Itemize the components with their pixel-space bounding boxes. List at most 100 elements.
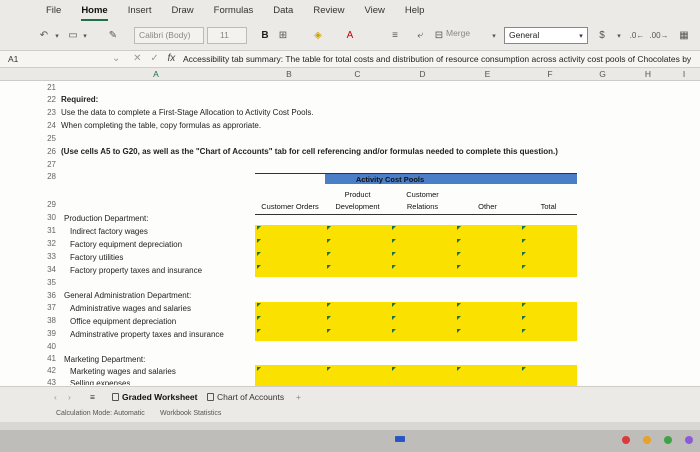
row-number[interactable]: 35: [40, 278, 56, 287]
merge-button[interactable]: Merge: [446, 28, 470, 38]
workbook-statistics[interactable]: Workbook Statistics: [160, 410, 221, 417]
merge-icon[interactable]: ⊟: [433, 27, 445, 44]
column-header-f[interactable]: F: [520, 69, 580, 79]
row-number[interactable]: 39: [40, 329, 56, 338]
app-icon[interactable]: [395, 436, 405, 442]
admin-input-cells[interactable]: [255, 302, 577, 341]
row-number[interactable]: 36: [40, 291, 56, 300]
cell-marker: [327, 252, 331, 256]
name-box[interactable]: A1: [8, 54, 18, 64]
formula-input[interactable]: Accessibility tab summary: The table for…: [183, 54, 691, 64]
row-number[interactable]: 31: [40, 226, 56, 235]
row-number[interactable]: 28: [40, 172, 56, 181]
app-icon[interactable]: [664, 436, 672, 444]
cell-marker: [257, 367, 261, 371]
cancel-icon[interactable]: ✕: [133, 53, 141, 64]
currency-dropdown-icon[interactable]: ▾: [614, 27, 624, 44]
menu-home[interactable]: Home: [81, 0, 109, 22]
number-format-dropdown-icon[interactable]: ▾: [576, 27, 586, 44]
decrease-decimal-icon[interactable]: .00→: [649, 27, 668, 44]
row-number[interactable]: 41: [40, 354, 56, 363]
font-name-select[interactable]: Calibri (Body): [134, 27, 204, 44]
formula-bar-icons: ⌄ ✕ ✓ fx: [112, 53, 175, 64]
scroll-left-icon[interactable]: ‹: [54, 392, 57, 402]
row-number[interactable]: 23: [40, 108, 56, 117]
scroll-right-icon[interactable]: ›: [68, 392, 71, 402]
undo-icon[interactable]: ↶: [36, 27, 52, 44]
bold-button[interactable]: B: [259, 27, 271, 44]
column-header-c[interactable]: C: [325, 69, 390, 79]
function-icon[interactable]: fx: [168, 53, 176, 64]
cell-marker: [257, 226, 261, 230]
column-header-i[interactable]: I: [672, 69, 696, 79]
font-size-select[interactable]: 11: [207, 27, 247, 44]
row-number[interactable]: 24: [40, 121, 56, 130]
row-number[interactable]: 25: [40, 134, 56, 143]
menu-insert[interactable]: Insert: [128, 0, 152, 22]
borders-icon[interactable]: ⊞: [276, 27, 290, 44]
fill-color-icon[interactable]: ◈: [311, 27, 325, 44]
confirm-icon[interactable]: ✓: [150, 53, 158, 64]
row-number[interactable]: 42: [40, 366, 56, 375]
menu-file[interactable]: File: [46, 0, 61, 22]
app-icon[interactable]: [685, 436, 693, 444]
increase-decimal-icon[interactable]: .0←: [628, 27, 646, 44]
cell-marker: [457, 239, 461, 243]
app-icon[interactable]: [622, 436, 630, 444]
column-header-g[interactable]: G: [580, 69, 625, 79]
column-header-d[interactable]: D: [390, 69, 455, 79]
admin-taxes-label: Adminstrative property taxes and insuran…: [70, 330, 224, 339]
menu-data[interactable]: Data: [273, 0, 293, 22]
row-number[interactable]: 21: [40, 83, 56, 92]
menu-help[interactable]: Help: [405, 0, 425, 22]
cell-marker: [457, 367, 461, 371]
row-number[interactable]: 30: [40, 213, 56, 222]
menu-formulas[interactable]: Formulas: [214, 0, 254, 22]
marketing-input-cells[interactable]: [255, 365, 577, 386]
cell-marker: [457, 316, 461, 320]
row-number[interactable]: 38: [40, 316, 56, 325]
row-number[interactable]: 27: [40, 160, 56, 169]
marketing-dept-label: Marketing Department:: [64, 355, 146, 364]
cell-marker: [457, 265, 461, 269]
row-number[interactable]: 29: [40, 200, 56, 209]
app-icon[interactable]: [643, 436, 651, 444]
row-number[interactable]: 22: [40, 95, 56, 104]
sheet-tab-graded-worksheet[interactable]: Graded Worksheet: [112, 392, 197, 402]
conditional-format-icon[interactable]: ▦: [676, 27, 692, 44]
cell-marker: [327, 265, 331, 269]
cell-marker: [392, 367, 396, 371]
worksheet-grid[interactable]: 21 22 23 24 25 26 27 28 29 30 31 32 33 3…: [0, 81, 700, 387]
font-color-icon[interactable]: A: [343, 27, 357, 44]
column-header-a[interactable]: A: [60, 69, 252, 79]
chevron-down-icon[interactable]: ⌄: [112, 53, 120, 64]
align-icon[interactable]: ≡: [388, 27, 402, 44]
row-number[interactable]: 32: [40, 239, 56, 248]
undo-dropdown-icon[interactable]: ▾: [52, 27, 62, 44]
row-number[interactable]: 34: [40, 265, 56, 274]
sheet-tab-chart-of-accounts[interactable]: Chart of Accounts: [207, 392, 284, 402]
row-number[interactable]: 37: [40, 303, 56, 312]
menu-view[interactable]: View: [364, 0, 384, 22]
required-heading: Required:: [61, 95, 99, 104]
menu-review[interactable]: Review: [313, 0, 344, 22]
row-number[interactable]: 33: [40, 252, 56, 261]
cell-marker: [522, 367, 526, 371]
format-painter-icon[interactable]: ✎: [106, 27, 120, 44]
clipboard-icon[interactable]: ▭: [66, 27, 80, 44]
calculation-mode[interactable]: Calculation Mode: Automatic: [56, 410, 145, 417]
row-number[interactable]: 26: [40, 147, 56, 156]
column-header-b[interactable]: B: [255, 69, 323, 79]
wrap-text-icon[interactable]: ⤶: [413, 27, 427, 44]
add-sheet-button[interactable]: +: [296, 392, 301, 402]
clipboard-dropdown-icon[interactable]: ▾: [80, 27, 90, 44]
column-header-h[interactable]: H: [628, 69, 668, 79]
instruction-text: When completing the table, copy formulas…: [61, 121, 262, 130]
merge-dropdown-icon[interactable]: ▾: [489, 27, 499, 44]
menu-draw[interactable]: Draw: [171, 0, 193, 22]
row-number[interactable]: 40: [40, 342, 56, 351]
all-sheets-icon[interactable]: ≡: [90, 392, 95, 402]
currency-button[interactable]: $: [597, 27, 607, 44]
column-header-e[interactable]: E: [455, 69, 520, 79]
production-input-cells[interactable]: [255, 225, 577, 277]
